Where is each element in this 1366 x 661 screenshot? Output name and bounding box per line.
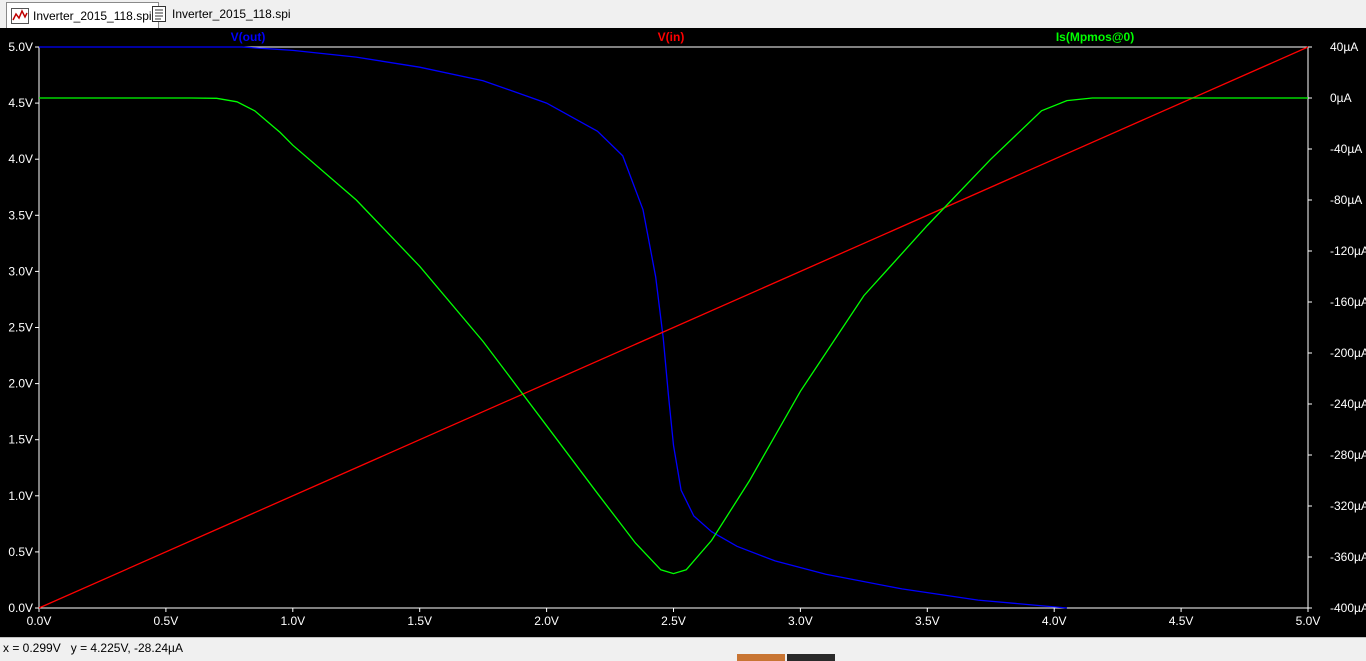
y-left-tick-label: 2.5V bbox=[8, 321, 33, 335]
waveform-icon bbox=[11, 7, 29, 24]
x-tick-label: 5.0V bbox=[1296, 614, 1321, 628]
legend-label-2: Is(Mpmos@0) bbox=[1056, 30, 1134, 44]
series-line-0 bbox=[39, 46, 1067, 609]
waveform-chart[interactable]: 0.0V 0.5V 1.0V 1.5V 2.0V 2.5V 3.0V 3.5V 4.0V 4.5V… bbox=[0, 28, 1366, 637]
y-right-tick-label: -280µA bbox=[1330, 448, 1366, 462]
y-left-tick-label: 1.5V bbox=[8, 433, 33, 447]
tab-netlist[interactable]: Inverter_2015_118.spi bbox=[146, 2, 297, 26]
x-tick-label: 0.0V bbox=[27, 614, 52, 628]
y-right-tick-label: -120µA bbox=[1330, 244, 1366, 258]
y-left-tick-label: 1.0V bbox=[8, 489, 33, 503]
x-tick-label: 2.5V bbox=[661, 614, 686, 628]
waveform-plot-pane[interactable]: 0.0V 0.5V 1.0V 1.5V 2.0V 2.5V 3.0V 3.5V 4.0V 4.5V… bbox=[0, 28, 1366, 637]
tab-label: Inverter_2015_118.spi bbox=[172, 7, 291, 21]
tab-waveform[interactable]: Inverter_2015_118.spi bbox=[6, 2, 159, 28]
y-readout: y = 4.225V, -28.24µA bbox=[70, 641, 183, 655]
status-bar: x = 0.299V y = 4.225V, -28.24µA bbox=[0, 637, 1366, 661]
netlist-document-icon bbox=[150, 6, 168, 22]
y-right-tick-label: -240µA bbox=[1330, 397, 1366, 411]
x-tick-label: 0.5V bbox=[154, 614, 179, 628]
x-tick-label: 2.0V bbox=[534, 614, 559, 628]
y-left-tick-label: 3.0V bbox=[8, 264, 33, 278]
tab-label: Inverter_2015_118.spi bbox=[33, 8, 152, 23]
y-right-tick-label: -400µA bbox=[1330, 601, 1366, 615]
y-right-tick-label: -80µA bbox=[1330, 193, 1362, 207]
x-readout: x = 0.299V bbox=[3, 641, 61, 655]
y-left-tick-label: 5.0V bbox=[8, 40, 33, 54]
y-left-tick-label: 0.0V bbox=[8, 601, 33, 615]
document-tab-bar: Inverter_2015_118.spi Inverter_2015_118.… bbox=[0, 0, 1366, 29]
x-tick-label: 3.0V bbox=[788, 614, 813, 628]
y-left-tick-label: 3.5V bbox=[8, 208, 33, 222]
cursor-readout: x = 0.299V y = 4.225V, -28.24µA bbox=[3, 641, 183, 655]
y-right-tick-label: -40µA bbox=[1330, 142, 1362, 156]
y-right-tick-label: 40µA bbox=[1330, 40, 1358, 54]
y-right-tick-label: 0µA bbox=[1330, 91, 1352, 105]
x-tick-label: 1.0V bbox=[280, 614, 305, 628]
y-left-tick-label: 4.5V bbox=[8, 96, 33, 110]
series-line-1 bbox=[38, 46, 1309, 609]
legend-label-1: V(in) bbox=[658, 30, 685, 44]
y-right-tick-label: -360µA bbox=[1330, 550, 1366, 564]
y-right-tick-label: -200µA bbox=[1330, 346, 1366, 360]
y-right-tick-label: -320µA bbox=[1330, 499, 1366, 513]
legend-label-0: V(out) bbox=[231, 30, 266, 44]
y-left-tick-label: 2.0V bbox=[8, 377, 33, 391]
x-tick-label: 4.5V bbox=[1169, 614, 1194, 628]
y-left-tick-label: 0.5V bbox=[8, 545, 33, 559]
x-tick-label: 1.5V bbox=[407, 614, 432, 628]
y-left-tick-label: 4.0V bbox=[8, 152, 33, 166]
x-tick-label: 4.0V bbox=[1042, 614, 1067, 628]
y-right-tick-label: -160µA bbox=[1330, 295, 1366, 309]
x-tick-label: 3.5V bbox=[915, 614, 940, 628]
series-line-2 bbox=[39, 97, 1308, 575]
